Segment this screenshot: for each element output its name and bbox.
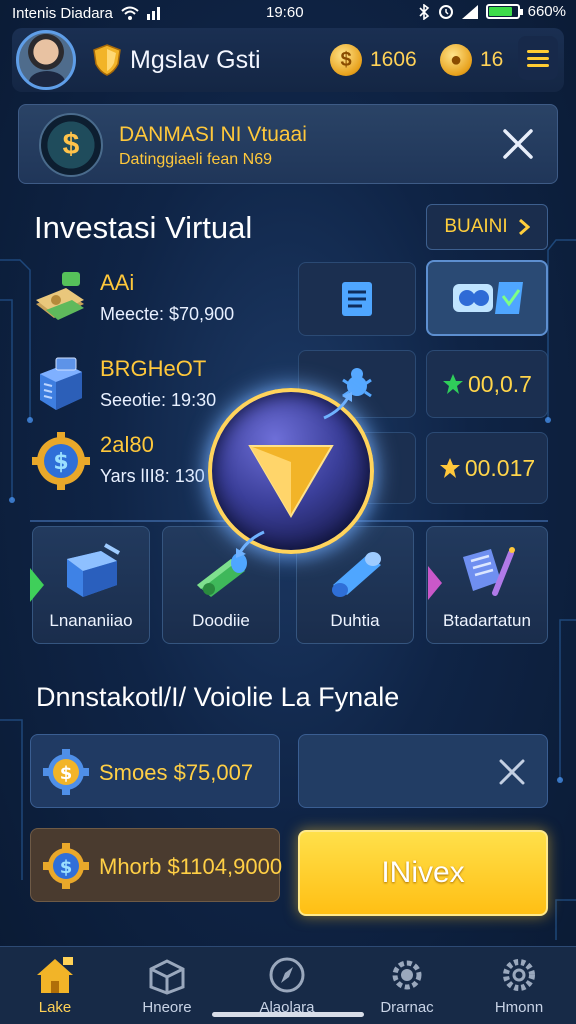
asset-detail: Yars lII8: 130 xyxy=(100,466,205,486)
nav-label: Lake xyxy=(38,999,72,1016)
svg-text:$: $ xyxy=(53,450,68,475)
coin-count: 1606 xyxy=(370,48,417,71)
wallet-tile[interactable] xyxy=(426,260,548,336)
green-arrow-left-icon xyxy=(30,568,44,602)
bluetooth-icon xyxy=(419,3,429,20)
asset-detail: Seeotie: 19:30 xyxy=(100,390,217,410)
orbit-arrow-icon xyxy=(323,392,352,420)
buaini-button[interactable]: BUAINI xyxy=(426,204,548,250)
section2-title: Dnnstakotl/I/ Voiolie La Fynale xyxy=(36,682,400,712)
nav-label: Hneore xyxy=(142,999,192,1016)
banner-title: DANMASI NI Vtuaai xyxy=(119,123,307,146)
dollar-coin-icon: $ xyxy=(330,44,362,76)
close-icon[interactable] xyxy=(497,757,527,787)
home-icon xyxy=(37,957,73,993)
money-card-icon xyxy=(453,282,523,314)
purple-arrow-icon xyxy=(428,566,442,600)
asset-name: AAi xyxy=(100,270,135,295)
avatar[interactable] xyxy=(16,30,76,90)
nav-label: Drarnac xyxy=(380,999,434,1016)
carrier-label: Intenis Diadara xyxy=(12,4,113,22)
alarm-icon xyxy=(438,4,453,19)
chevron-right-icon xyxy=(518,218,530,236)
value-tile-2[interactable]: 00.017 xyxy=(426,432,548,504)
asset-detail: Meecte: $70,900 xyxy=(100,304,235,324)
signal-icon xyxy=(146,7,160,20)
action-label: Doodiie xyxy=(192,611,250,630)
gold-arrow-icon xyxy=(248,445,334,518)
gear-coin-icon: $ xyxy=(32,432,90,490)
document-icon xyxy=(342,282,372,316)
svg-text:$: $ xyxy=(60,857,73,878)
invest-button[interactable]: INivex xyxy=(298,830,548,916)
asset-row-aai[interactable]: AAi Meecte: $70,900 xyxy=(32,264,235,336)
action-label: Btadartatun xyxy=(443,611,531,630)
notebook-pen-icon xyxy=(463,547,515,596)
reward-text: Mhorb $1104,9000 xyxy=(99,854,283,879)
banner-subtitle: Datinggiaeli fean N69 xyxy=(119,151,272,168)
action-card-btadartatun[interactable]: Btadartatun xyxy=(426,526,548,644)
gear-badge-icon xyxy=(392,960,422,990)
gem-count: 16 xyxy=(480,48,504,71)
section-title: Investasi Virtual xyxy=(34,210,253,245)
asset-name: BRGHeOT xyxy=(100,356,207,381)
gear-dollar-icon: $ xyxy=(43,749,89,795)
box-icon xyxy=(149,959,185,995)
nav-item-hneore[interactable]: Hneore xyxy=(112,955,222,1019)
coin-balance[interactable]: $ 1606 xyxy=(330,40,417,80)
nav-item-alaolara[interactable]: Alaolara xyxy=(232,955,342,1019)
action-label: Duhtia xyxy=(330,611,380,630)
nav-item-lake[interactable]: Lake xyxy=(0,955,110,1019)
clock: 19:60 xyxy=(266,4,304,21)
tile-value: 00.017 xyxy=(464,454,536,481)
document-tile[interactable] xyxy=(298,262,416,336)
green-star-icon xyxy=(443,374,464,394)
gem-balance[interactable]: ● 16 xyxy=(440,40,503,80)
profile-header: Mgslav Gsti $ 1606 ● 16 xyxy=(12,28,564,92)
menu-icon[interactable] xyxy=(518,36,558,80)
notification-banner[interactable]: $ DANMASI NI Vtuaai Datinggiaeli fean N6… xyxy=(18,104,558,184)
gold-star-icon xyxy=(439,458,460,478)
action-label: Lnananiiao xyxy=(49,611,133,630)
status-bar: Intenis Diadara 19:60 660% xyxy=(0,0,576,26)
compass-icon xyxy=(269,957,305,993)
empty-panel[interactable] xyxy=(298,734,548,808)
cell-signal-icon xyxy=(461,4,478,19)
battery-icon xyxy=(485,4,523,19)
dollar-globe-icon: $ xyxy=(39,113,103,177)
blue-box-icon xyxy=(67,543,120,597)
asset-name: 2al80 xyxy=(100,432,154,457)
close-icon[interactable] xyxy=(501,127,535,161)
battery-level: 660% xyxy=(527,3,566,20)
settings-icon xyxy=(503,959,535,991)
reward-panel[interactable]: $ Mhorb $1104,9000 xyxy=(30,828,283,902)
nav-item-drarnac[interactable]: Drarnac xyxy=(352,955,462,1019)
gear-coin-icon: $ xyxy=(43,843,89,889)
asset-row-brgheot[interactable]: BRGHeOT Seeotie: 19:30 xyxy=(32,350,232,422)
nav-item-hmonn[interactable]: Hmonn xyxy=(464,955,574,1019)
buaini-label: BUAINI xyxy=(444,216,508,237)
bag-coin-icon: ● xyxy=(440,44,472,76)
balance-panel[interactable]: $ Smoes $75,007 xyxy=(30,734,280,808)
action-card-lnananiiao[interactable]: Lnananiiao xyxy=(32,526,150,644)
username: Mgslav Gsti xyxy=(130,46,261,74)
shield-icon xyxy=(93,44,121,76)
home-indicator[interactable] xyxy=(212,1012,364,1017)
tile-value: 00,0.7 xyxy=(468,370,532,397)
server-box-icon xyxy=(40,357,82,410)
cash-stack-icon xyxy=(36,272,84,320)
svg-text:$: $ xyxy=(60,763,73,784)
orbit-arrow-icon-2 xyxy=(236,530,265,558)
value-tile-1[interactable]: 00,0.7 xyxy=(426,350,548,418)
wifi-icon xyxy=(121,6,139,20)
balance-text: Smoes $75,007 xyxy=(99,760,254,785)
nav-label: Hmonn xyxy=(494,999,544,1016)
